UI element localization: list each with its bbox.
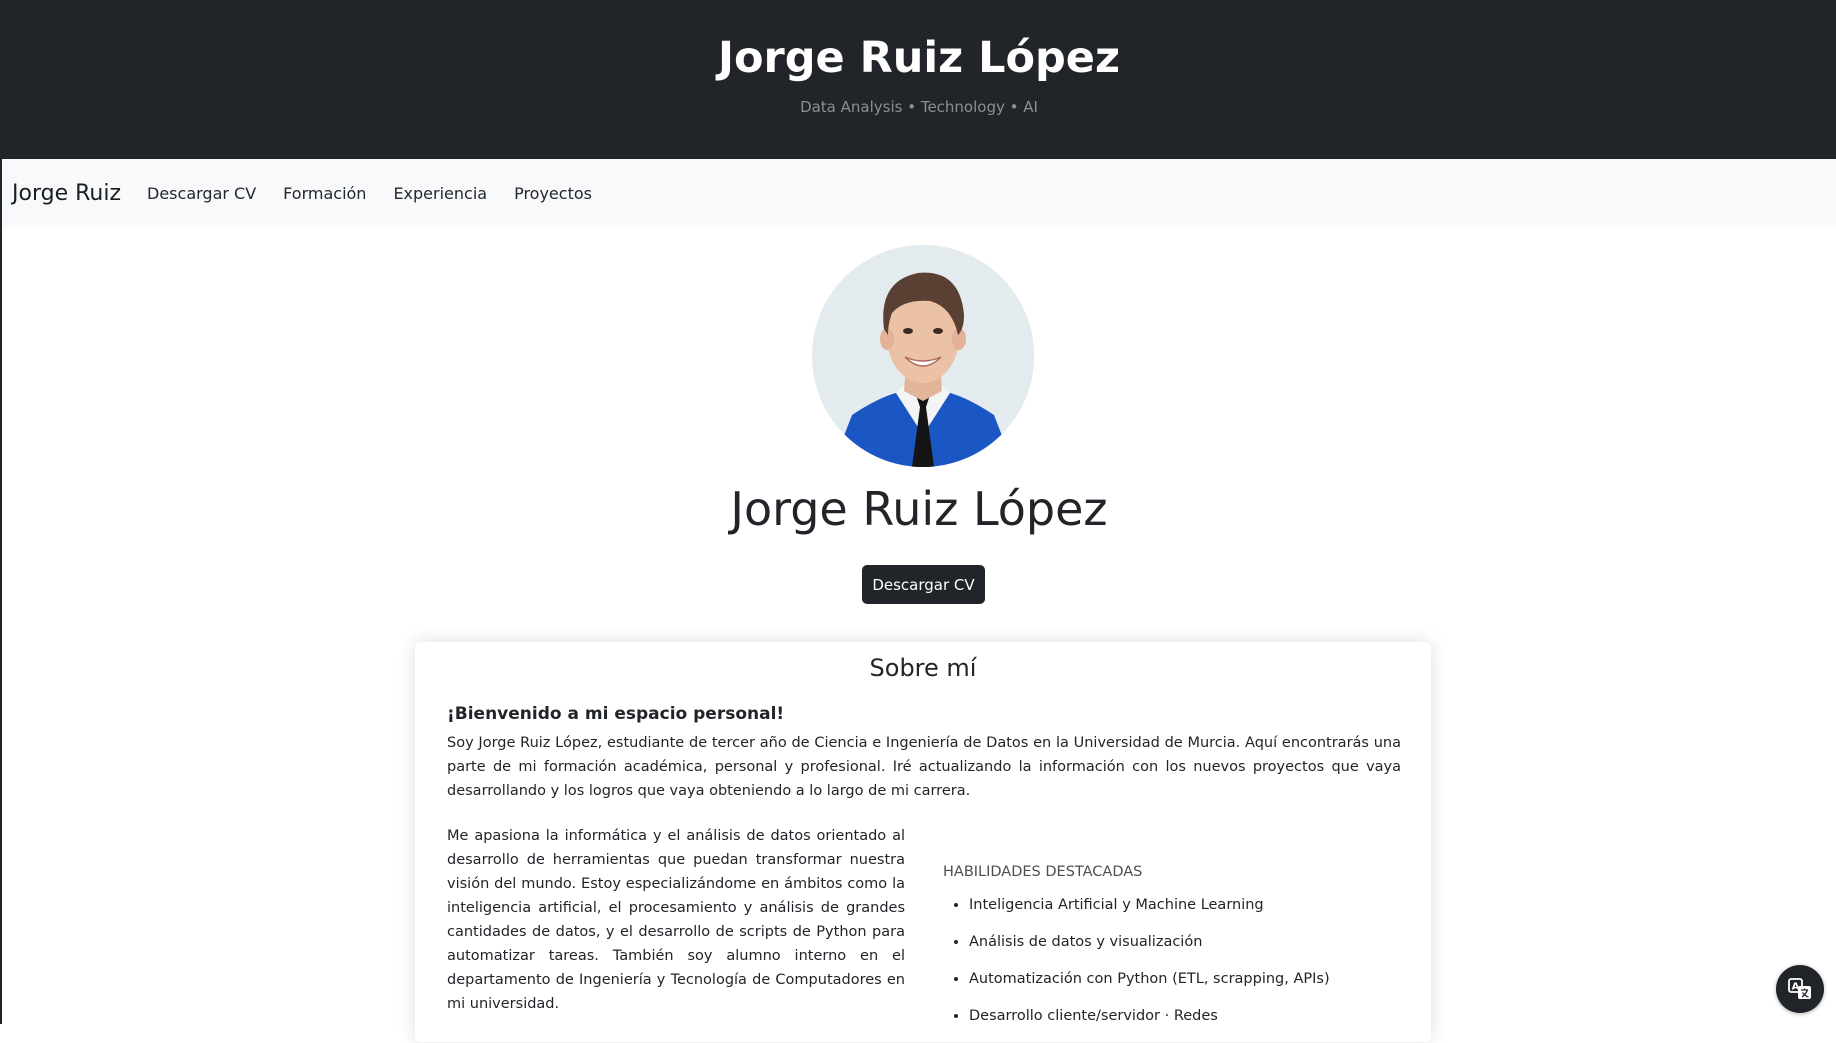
profile-photo	[812, 245, 1034, 467]
nav-link-proyectos[interactable]: Proyectos	[514, 184, 592, 203]
download-cv-button[interactable]: Descargar CV	[862, 565, 985, 604]
translate-icon: A	[1788, 978, 1811, 999]
profile-name: Jorge Ruiz López	[730, 482, 1108, 536]
nav-link-formacion[interactable]: Formación	[283, 184, 366, 203]
passion-paragraph: Me apasiona la informática y el análisis…	[447, 828, 905, 1012]
skills-list: Inteligencia Artificial y Machine Learni…	[943, 895, 1330, 1043]
nav-link-descargar-cv[interactable]: Descargar CV	[147, 184, 256, 203]
navbar-brand[interactable]: Jorge Ruiz	[12, 181, 121, 206]
skill-item: Análisis de datos y visualización	[969, 932, 1330, 969]
translate-button[interactable]: A	[1776, 965, 1824, 1013]
skill-item: Desarrollo cliente/servidor · Redes	[969, 1006, 1330, 1043]
skills-heading: HABILIDADES DESTACADAS	[943, 864, 1143, 880]
profile-photo-illustration	[812, 245, 1034, 467]
navbar: Jorge Ruiz Descargar CV Formación Experi…	[2, 159, 1836, 227]
about-title: Sobre mí	[869, 654, 977, 682]
site-title: Jorge Ruiz López	[717, 33, 1121, 83]
site-subtitle: Data Analysis • Technology • AI	[800, 98, 1038, 116]
intro-paragraph: Soy Jorge Ruiz López, estudiante de terc…	[447, 735, 1401, 799]
about-card: Sobre mí ¡Bienvenido a mi espacio person…	[415, 642, 1431, 1042]
skill-item: Automatización con Python (ETL, scrappin…	[969, 969, 1330, 1006]
skill-item: Inteligencia Artificial y Machine Learni…	[969, 895, 1330, 932]
welcome-heading: ¡Bienvenido a mi espacio personal!	[447, 704, 785, 724]
site-header: Jorge Ruiz López Data Analysis • Technol…	[2, 0, 1836, 159]
nav-link-experiencia[interactable]: Experiencia	[393, 184, 487, 203]
